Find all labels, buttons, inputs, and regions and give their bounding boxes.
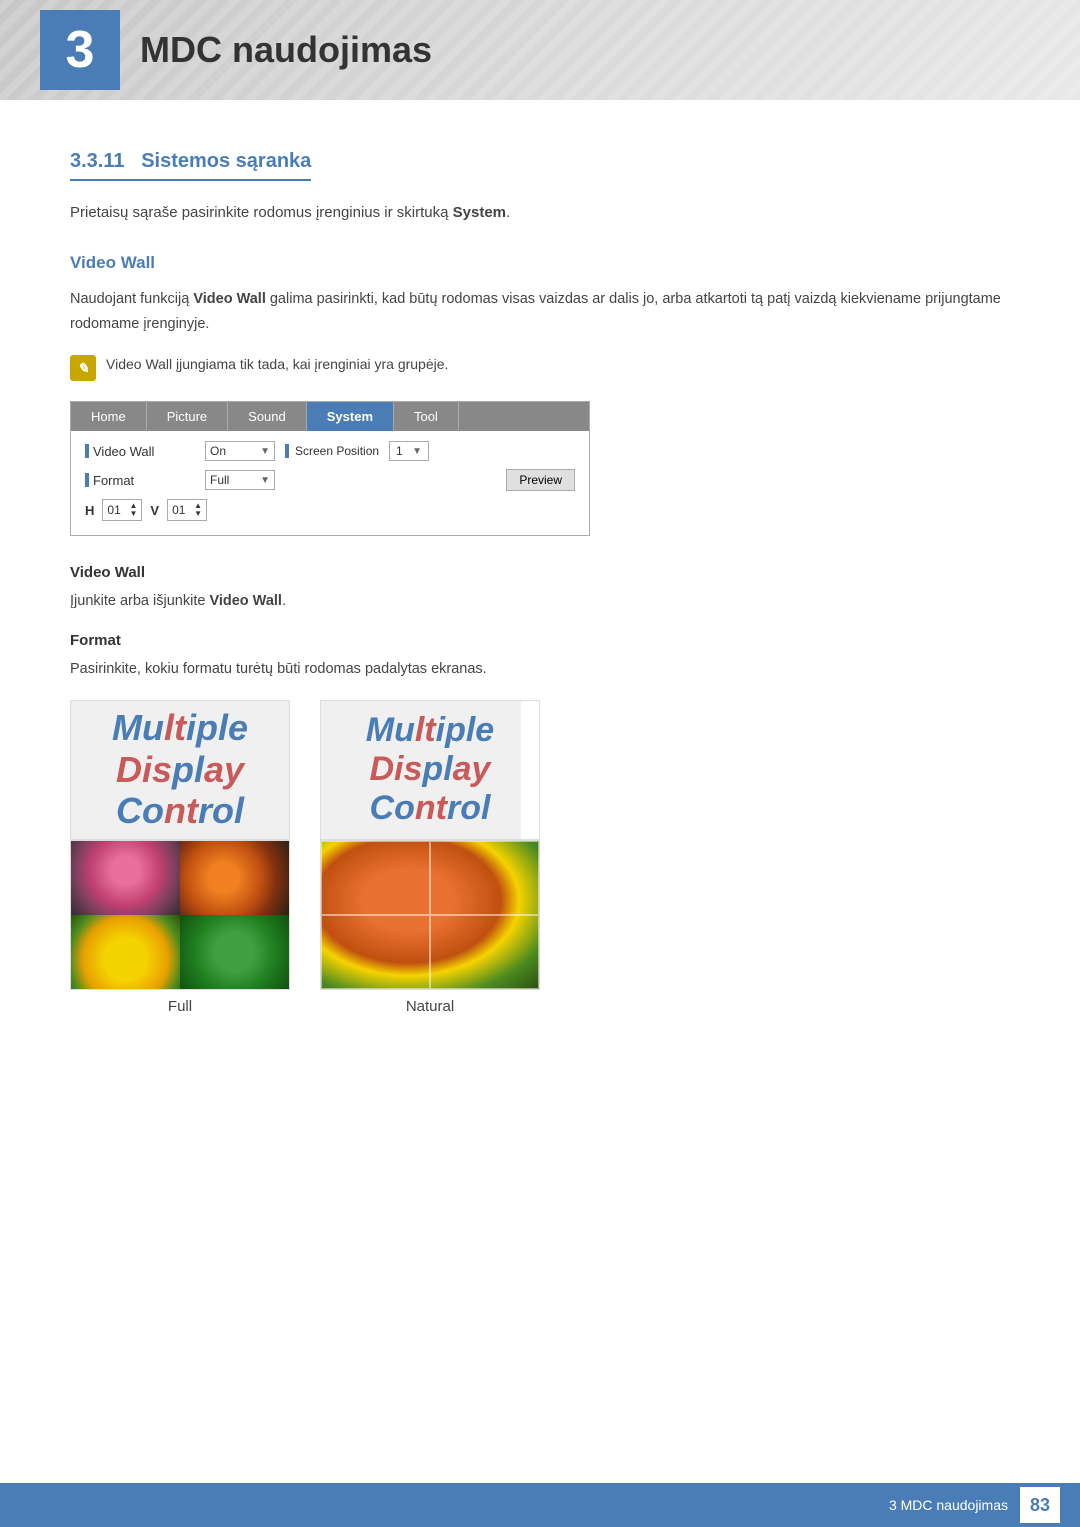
- h-label: H: [85, 503, 94, 518]
- photo-grid-full: [70, 840, 290, 990]
- video-wall-heading: Video Wall: [70, 253, 1010, 273]
- ui-panel: Home Picture Sound System Tool Video Wal…: [70, 401, 590, 536]
- tab-picture[interactable]: Picture: [147, 402, 228, 431]
- format-images: Multiple Display Control Full Multiple D…: [70, 700, 1010, 1015]
- ui-row-hv: H 01 ▲ ▼ V 01 ▲ ▼: [85, 499, 575, 521]
- ui-select-full[interactable]: Full ▼: [205, 470, 275, 490]
- format-col-full: Multiple Display Control Full: [70, 700, 290, 1015]
- photo-cell-3: [71, 915, 180, 989]
- chapter-number-box: 3: [40, 10, 120, 90]
- ui-screen-num[interactable]: 1 ▼: [389, 441, 429, 461]
- v-label: V: [150, 503, 159, 518]
- mdc-logo-full-top: Multiple Display Control: [70, 700, 290, 840]
- content-body-format: Pasirinkite, kokiu formatu turėtų būti r…: [70, 657, 1010, 682]
- footer-page-number: 83: [1020, 1487, 1060, 1523]
- footer-text: 3 MDC naudojimas: [889, 1497, 1008, 1513]
- v-input[interactable]: 01 ▲ ▼: [167, 499, 207, 521]
- page-footer: 3 MDC naudojimas 83: [0, 1483, 1080, 1527]
- note-box: ✎ Video Wall įjungiama tik tada, kai įre…: [70, 354, 1010, 381]
- photo-cell-4: [180, 915, 289, 989]
- header-title: MDC naudojimas: [140, 29, 432, 71]
- ui-row-format: Format Full ▼ Preview: [85, 469, 575, 491]
- ui-tabs: Home Picture Sound System Tool: [71, 402, 589, 431]
- photo-cell-2: [180, 841, 289, 915]
- header-banner: 3 MDC naudojimas: [0, 0, 1080, 100]
- video-wall-body: Naudojant funkciją Video Wall galima pas…: [70, 287, 1010, 336]
- ui-label-videowall: Video Wall: [85, 444, 195, 459]
- main-content: 3.3.11 Sistemos sąranka Prietaisų sąraše…: [0, 100, 1080, 1123]
- content-subhead-videowall: Video Wall: [70, 564, 1010, 581]
- tab-system[interactable]: System: [307, 402, 394, 431]
- content-subhead-format: Format: [70, 632, 1010, 649]
- ui-row-videowall: Video Wall On ▼ Screen Position 1 ▼: [85, 441, 575, 461]
- select-arrow-on: ▼: [260, 446, 270, 457]
- note-text: Video Wall įjungiama tik tada, kai įreng…: [106, 354, 448, 375]
- note-icon: ✎: [70, 355, 96, 381]
- mdc-logo-natural-top: Multiple Display Control: [320, 700, 540, 840]
- photo-cell-1: [71, 841, 180, 915]
- content-body-videowall: Įjunkite arba išjunkite Video Wall.: [70, 589, 1010, 614]
- ui-screen-position: Screen Position: [285, 444, 379, 458]
- ui-label-format: Format: [85, 473, 195, 488]
- v-spin[interactable]: ▲ ▼: [194, 502, 202, 518]
- chapter-number: 3: [66, 20, 95, 80]
- preview-button[interactable]: Preview: [506, 469, 575, 491]
- tab-home[interactable]: Home: [71, 402, 147, 431]
- section-heading: 3.3.11 Sistemos sąranka: [70, 150, 311, 181]
- h-input[interactable]: 01 ▲ ▼: [102, 499, 142, 521]
- photo-natural: [320, 840, 540, 990]
- format-label-natural: Natural: [406, 998, 454, 1015]
- tab-sound[interactable]: Sound: [228, 402, 307, 431]
- format-label-full: Full: [168, 998, 192, 1015]
- ui-select-on[interactable]: On ▼: [205, 441, 275, 461]
- select-arrow-full: ▼: [260, 475, 270, 486]
- intro-text: Prietaisų sąraše pasirinkite rodomus įre…: [70, 201, 1010, 225]
- ui-body: Video Wall On ▼ Screen Position 1 ▼: [71, 431, 589, 535]
- tab-tool[interactable]: Tool: [394, 402, 459, 431]
- h-spin[interactable]: ▲ ▼: [129, 502, 137, 518]
- format-col-natural: Multiple Display Control Natural: [320, 700, 540, 1015]
